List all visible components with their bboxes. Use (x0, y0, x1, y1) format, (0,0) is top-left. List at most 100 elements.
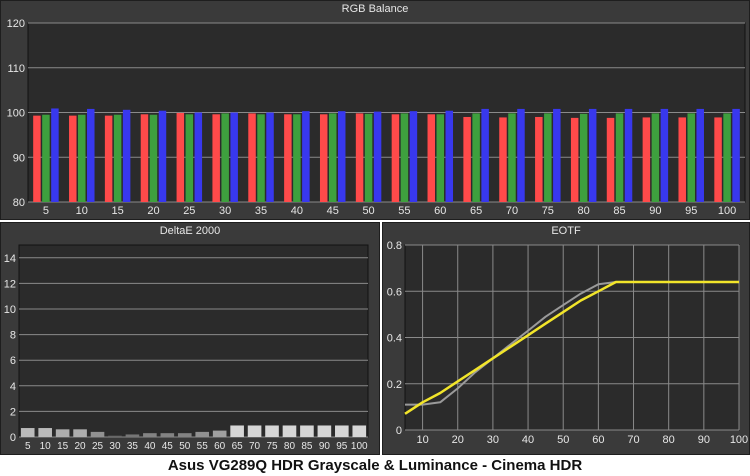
deltae-xtick-label: 45 (162, 441, 174, 452)
deltae-bar (212, 430, 227, 437)
deltae-xtick-label: 55 (197, 441, 209, 452)
rgb-bar-blue (373, 111, 382, 202)
deltae-xtick-label: 10 (40, 441, 52, 452)
rgb-bar-green (185, 114, 194, 202)
rgb-bar-green (328, 113, 337, 202)
deltae-bar (108, 435, 122, 437)
rgb-ytick-label: 80 (13, 197, 25, 209)
deltae-bar (265, 425, 279, 437)
rgb-bar-blue (553, 108, 561, 202)
rgb-bar-green (508, 113, 516, 202)
rgb-bar-green (149, 114, 158, 202)
rgb-xtick-label: 95 (685, 205, 697, 217)
rgb-xtick-label: 15 (112, 205, 124, 217)
rgb-bar-red (714, 117, 722, 202)
rgb-bar-blue (409, 111, 418, 202)
deltae-xtick-label: 50 (179, 441, 191, 452)
deltae-bar (73, 429, 87, 437)
eotf-xtick-label: 60 (592, 434, 604, 446)
rgb-bar-red (319, 114, 328, 202)
rgb-bar-red (642, 117, 651, 202)
rgb-bar-green (257, 114, 265, 202)
deltae-xtick-label: 15 (57, 441, 69, 452)
rgb-bar-green (42, 114, 50, 202)
rgb-ytick-label: 120 (7, 18, 25, 30)
eotf-xtick-label: 50 (557, 434, 569, 446)
rgb-xtick-label: 85 (613, 205, 625, 217)
rgb-bar-red (535, 116, 543, 202)
eotf-chart: 0 0.2 0.4 0.6 0.8 10 20 30 40 50 60 70 80 90 100 (387, 240, 748, 446)
rgb-bar-green (544, 113, 552, 202)
rgb-bar-red (33, 115, 41, 202)
deltae-chart: 0 2 4 6 8 10 12 14 5 10 15 20 25 30 35 40 45 50 55 60 65 70 75… (4, 244, 369, 452)
deltae-ytick-label: 0 (10, 432, 16, 444)
rgb-bar-blue (194, 112, 203, 202)
eotf-panel: EOTF 0 0.2 0.4 0.6 0.8 10 20 30 40 50 60 70 80 90 100 (382, 222, 750, 455)
rgb-bar-red (499, 117, 507, 202)
rgb-xtick-label: 80 (578, 205, 590, 217)
deltae-xtick-label: 70 (249, 441, 261, 452)
rgb-bar-blue (51, 108, 59, 202)
rgb-bar-red (463, 116, 471, 202)
rgb-bar-blue (588, 108, 597, 202)
deltae-bar (143, 433, 157, 437)
deltae-bar (352, 425, 367, 437)
rgb-bar-red (427, 114, 436, 202)
deltae-xtick-label: 75 (266, 441, 278, 452)
rgb-bar-blue (158, 110, 167, 202)
rgb-xtick-label: 65 (470, 205, 482, 217)
rgb-xtick-label: 35 (255, 205, 267, 217)
eotf-ytick-label: 0.8 (387, 240, 402, 252)
deltae-bar (125, 434, 140, 437)
deltae-bar (160, 433, 175, 437)
eotf-ytick-label: 0.4 (387, 333, 402, 345)
rgb-xtick-label: 75 (542, 205, 554, 217)
rgb-bar-blue (624, 108, 633, 202)
rgb-bar-red (176, 112, 185, 202)
deltae-bar (335, 425, 349, 437)
deltae-xtick-label: 90 (319, 441, 331, 452)
deltae-bar (317, 425, 332, 437)
rgb-xtick-label: 20 (147, 205, 159, 217)
rgb-xtick-label: 10 (76, 205, 88, 217)
rgb-xtick-label: 70 (506, 205, 518, 217)
deltae-xtick-label: 60 (214, 441, 226, 452)
eotf-xtick-label: 30 (487, 434, 499, 446)
rgb-xtick-label: 50 (362, 205, 374, 217)
rgb-bar-blue (696, 108, 704, 202)
deltae-plot-area (18, 244, 369, 438)
rgb-bar-green (472, 113, 480, 202)
deltae-bar (230, 425, 244, 437)
rgb-bar-blue (517, 108, 525, 202)
deltae-xtick-label: 80 (284, 441, 296, 452)
eotf-xtick-label: 20 (452, 434, 464, 446)
eotf-xtick-label: 100 (730, 434, 748, 446)
deltae-bar (177, 433, 192, 437)
rgb-bar-blue (445, 110, 454, 202)
rgb-bar-blue (122, 109, 131, 202)
rgb-xtick-label: 45 (327, 205, 339, 217)
rgb-xtick-label: 90 (649, 205, 661, 217)
deltae-bar (90, 431, 105, 437)
rgb-xtick-label: 100 (718, 205, 736, 217)
rgb-xtick-label: 25 (183, 205, 195, 217)
eotf-xtick-label: 10 (416, 434, 428, 446)
deltae-bar (300, 425, 314, 437)
deltae-panel: DeltaE 2000 0 2 4 6 8 10 12 14 5 10 15 20 25 30 35 40 45… (0, 222, 380, 455)
deltae-ytick-label: 2 (10, 406, 16, 418)
deltae-xtick-label: 20 (75, 441, 87, 452)
rgb-bar-blue (302, 111, 310, 202)
rgb-bar-red (678, 117, 686, 202)
rgb-bar-red (140, 114, 149, 202)
deltae-xtick-label: 95 (336, 441, 348, 452)
rgb-bar-blue (732, 108, 740, 202)
rgb-bar-green (78, 114, 86, 202)
rgb-bar-blue (660, 108, 669, 202)
rgb-xtick-label: 5 (43, 205, 49, 217)
rgb-bar-green (113, 114, 122, 202)
eotf-xtick-label: 90 (698, 434, 710, 446)
deltae-bar (195, 431, 210, 437)
deltae-ytick-label: 10 (4, 304, 16, 316)
deltae-bar (282, 425, 297, 437)
rgb-bar-red (284, 114, 292, 202)
